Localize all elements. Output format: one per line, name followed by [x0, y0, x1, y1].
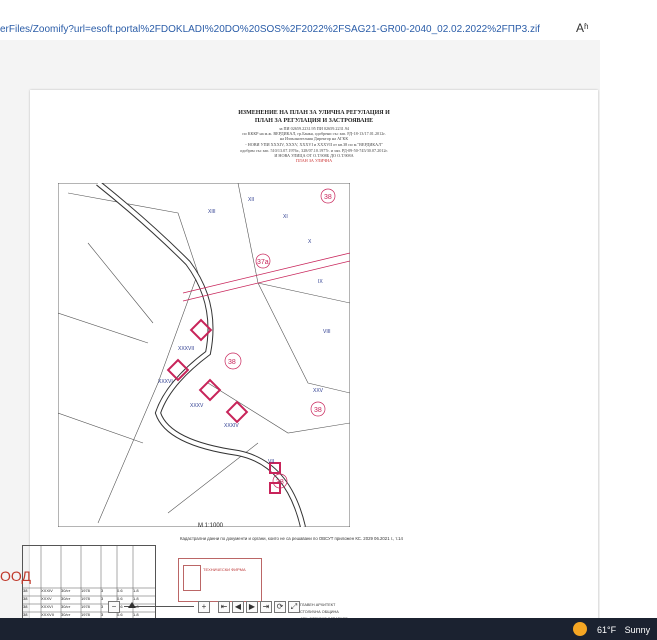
reader-mode-icon[interactable]: Aʱ: [576, 21, 589, 35]
map-label-xi: XI: [283, 214, 288, 220]
zoom-slider-thumb[interactable]: [128, 602, 136, 608]
map-label-xxv: XXV: [313, 388, 324, 394]
cadastral-note: Кадастрални данни по документи и органи,…: [180, 536, 403, 541]
taskbar: [0, 618, 657, 640]
map-label-xiii: XIII: [208, 209, 216, 215]
plan-subtitle-7: ПЛАН ЗА УЛИЧНА: [295, 158, 333, 163]
watermark-text: ООД: [0, 568, 31, 584]
map-label-37a: 37a: [257, 259, 269, 266]
map-label-xxxvi: XXXVI: [158, 379, 173, 385]
zoom-out-button[interactable]: −: [108, 601, 120, 613]
fit-button[interactable]: ⤢: [288, 601, 300, 613]
map-label-ix: IX: [318, 279, 323, 285]
plan-subtitle-4: - НОВИ УПИ XXXIV, XXXV, XXXVI и XXXVII о…: [245, 142, 383, 147]
next-button[interactable]: ▶: [246, 601, 258, 613]
plan-subtitle-3: на Изпълнителния Директор на АГКК: [279, 136, 349, 141]
plan-document: ИЗМЕНЕНИЕ НА ПЛАН ЗА УЛИЧНА РЕГУЛАЦИЯ И …: [22, 90, 598, 621]
weather-condition: Sunny: [624, 625, 651, 635]
first-page-button[interactable]: ⇤: [218, 601, 230, 613]
map-label-xxxvii: XXXVII: [178, 346, 194, 352]
plan-title-1: ИЗМЕНЕНИЕ НА ПЛАН ЗА УЛИЧНА РЕГУЛАЦИЯ И: [238, 110, 390, 116]
table-row: 38 XXXIV 30/ст 1978 3 0.6 1.8: [23, 588, 139, 593]
map-label-xxxv: XXXV: [190, 403, 204, 409]
temperature: 61°F: [597, 625, 617, 635]
map-label-xii: XII: [248, 197, 254, 203]
map-label-38-d: 38: [276, 479, 284, 486]
stamp-text: ТЕХНИЧЕСКИ ФИРМА: [203, 567, 246, 572]
cadastral-map: 38 37a 38 38 38 XXXVII XXXVI XXXV XXXIV …: [58, 183, 350, 527]
last-page-button[interactable]: ⇥: [260, 601, 272, 613]
scale-label: М 1:1000: [198, 523, 224, 529]
map-label-38-b: 38: [228, 359, 236, 366]
map-label-38-c: 38: [314, 407, 322, 414]
weather-widget[interactable]: 61°F Sunny: [597, 625, 650, 635]
document-viewer[interactable]: ИЗМЕНЕНИЕ НА ПЛАН ЗА УЛИЧНА РЕГУЛАЦИЯ И …: [0, 40, 600, 621]
rotate-button[interactable]: ⟳: [274, 601, 286, 613]
zoom-in-button[interactable]: +: [198, 601, 210, 613]
map-label-viii: VIII: [323, 329, 331, 335]
map-label-38-a: 38: [324, 194, 332, 201]
url-text[interactable]: erFiles/Zoomify?url=esoft.portal%2FDOKLA…: [0, 24, 540, 35]
plan-title-2: ПЛАН ЗА РЕГУЛАЦИЯ И ЗАСТРОЯВАНЕ: [254, 118, 374, 124]
sun-icon: [573, 622, 587, 636]
map-label-vii: VII: [268, 459, 274, 465]
viewer-toolbar: − + ⇤ ◀ ▶ ⇥ ⟳ ⤢: [108, 601, 468, 615]
map-label-xxxiv: XXXIV: [224, 423, 239, 429]
right-panel: [600, 40, 657, 618]
prev-button[interactable]: ◀: [232, 601, 244, 613]
company-stamp: ТЕХНИЧЕСКИ ФИРМА: [178, 558, 262, 602]
address-bar[interactable]: erFiles/Zoomify?url=esoft.portal%2FDOKLA…: [0, 0, 657, 41]
